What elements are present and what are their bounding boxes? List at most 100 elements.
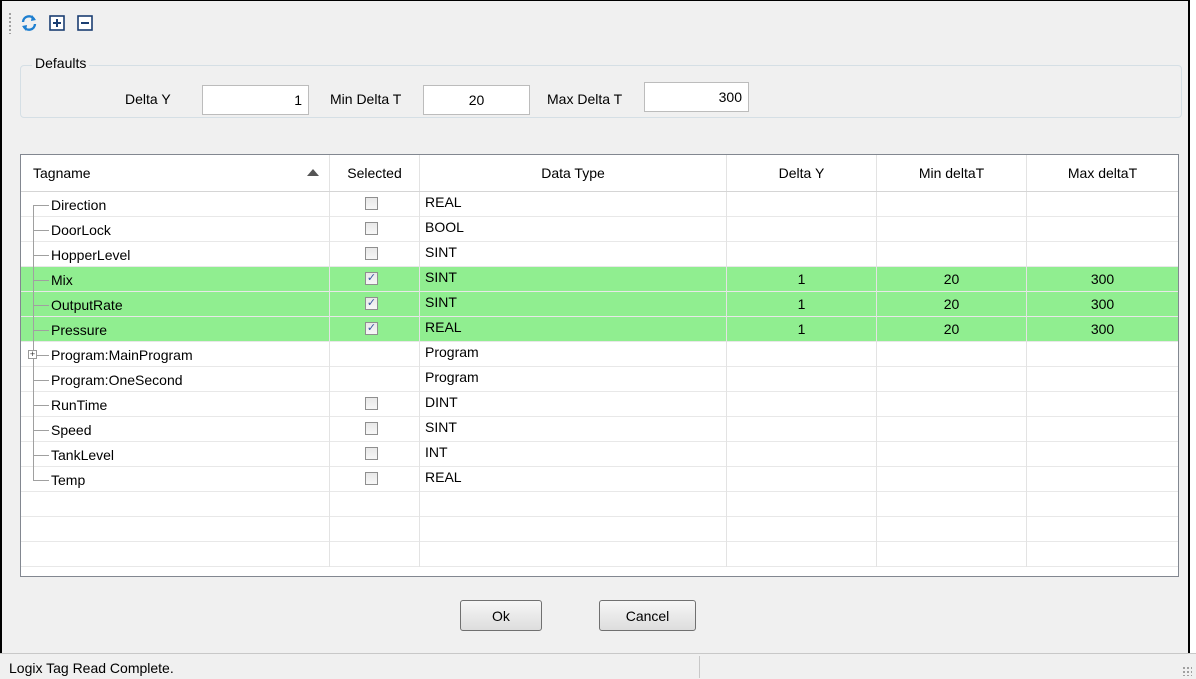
min-delta-t-cell[interactable] bbox=[877, 467, 1027, 492]
table-row[interactable]: HopperLevel SINT bbox=[21, 242, 1178, 267]
tree-expand-icon[interactable]: + bbox=[28, 350, 37, 359]
data-type-cell[interactable]: SINT bbox=[420, 242, 727, 267]
min-delta-t-cell[interactable] bbox=[877, 367, 1027, 392]
selected-checkbox[interactable] bbox=[365, 422, 378, 435]
toolbar-grip[interactable] bbox=[8, 12, 12, 34]
refresh-button[interactable] bbox=[18, 12, 40, 34]
tagname-cell[interactable]: Direction bbox=[21, 192, 330, 217]
delta-y-cell[interactable]: 1 bbox=[727, 267, 877, 292]
min-delta-t-cell[interactable] bbox=[877, 342, 1027, 367]
header-min-delta-t[interactable]: Min deltaT bbox=[877, 155, 1027, 191]
delta-y-cell[interactable] bbox=[727, 217, 877, 242]
max-delta-t-cell[interactable]: 300 bbox=[1027, 292, 1178, 317]
header-selected[interactable]: Selected bbox=[330, 155, 420, 191]
header-data-type[interactable]: Data Type bbox=[420, 155, 727, 191]
max-delta-t-cell[interactable] bbox=[1027, 442, 1178, 467]
table-row[interactable]: RunTime DINT bbox=[21, 392, 1178, 417]
min-delta-t-cell[interactable] bbox=[877, 242, 1027, 267]
data-type-cell[interactable]: SINT bbox=[420, 292, 727, 317]
selected-checkbox[interactable]: ✓ bbox=[365, 272, 378, 285]
max-delta-t-cell[interactable] bbox=[1027, 367, 1178, 392]
tagname-cell[interactable]: Temp bbox=[21, 467, 330, 492]
selected-checkbox[interactable]: ✓ bbox=[365, 322, 378, 335]
data-type-cell[interactable]: DINT bbox=[420, 392, 727, 417]
table-row[interactable]: DoorLock BOOL bbox=[21, 217, 1178, 242]
delta-y-cell[interactable] bbox=[727, 442, 877, 467]
tree-branch bbox=[33, 205, 49, 206]
header-max-delta-t[interactable]: Max deltaT bbox=[1027, 155, 1178, 191]
tagname-cell[interactable]: Speed bbox=[21, 417, 330, 442]
delta-y-cell[interactable] bbox=[727, 367, 877, 392]
max-delta-t-cell[interactable] bbox=[1027, 342, 1178, 367]
tagname-cell[interactable]: Program:OneSecond bbox=[21, 367, 330, 392]
min-delta-t-cell[interactable]: 20 bbox=[877, 292, 1027, 317]
cancel-button[interactable]: Cancel bbox=[599, 600, 696, 631]
delta-y-cell[interactable] bbox=[727, 192, 877, 217]
delta-y-cell[interactable] bbox=[727, 467, 877, 492]
max-delta-t-cell[interactable] bbox=[1027, 217, 1178, 242]
max-delta-t-cell[interactable] bbox=[1027, 467, 1178, 492]
min-delta-t-cell[interactable] bbox=[877, 217, 1027, 242]
table-row[interactable]: Pressure ✓ REAL 1 20 300 bbox=[21, 317, 1178, 342]
table-row[interactable]: Mix ✓ SINT 1 20 300 bbox=[21, 267, 1178, 292]
header-tagname[interactable]: Tagname bbox=[21, 155, 330, 191]
tagname-cell[interactable]: Mix bbox=[21, 267, 330, 292]
table-row[interactable]: + Program:MainProgram Program bbox=[21, 342, 1178, 367]
max-delta-t-cell[interactable] bbox=[1027, 242, 1178, 267]
max-delta-t-cell[interactable] bbox=[1027, 417, 1178, 442]
data-type-cell[interactable]: SINT bbox=[420, 417, 727, 442]
data-type-cell[interactable]: SINT bbox=[420, 267, 727, 292]
delta-y-cell[interactable] bbox=[727, 392, 877, 417]
min-delta-t-cell[interactable]: 20 bbox=[877, 317, 1027, 342]
selected-checkbox[interactable] bbox=[365, 222, 378, 235]
selected-checkbox[interactable]: ✓ bbox=[365, 297, 378, 310]
tagname-cell[interactable]: HopperLevel bbox=[21, 242, 330, 267]
tagname-cell[interactable]: Pressure bbox=[21, 317, 330, 342]
header-delta-y[interactable]: Delta Y bbox=[727, 155, 877, 191]
ok-button[interactable]: Ok bbox=[460, 600, 542, 631]
selected-checkbox[interactable] bbox=[365, 447, 378, 460]
table-row[interactable]: TankLevel INT bbox=[21, 442, 1178, 467]
data-type-cell[interactable]: REAL bbox=[420, 467, 727, 492]
min-delta-t-cell[interactable] bbox=[877, 442, 1027, 467]
delta-y-cell[interactable] bbox=[727, 417, 877, 442]
selected-checkbox[interactable] bbox=[365, 197, 378, 210]
expand-all-button[interactable] bbox=[46, 12, 68, 34]
table-row[interactable]: OutputRate ✓ SINT 1 20 300 bbox=[21, 292, 1178, 317]
max-delta-t-cell[interactable] bbox=[1027, 192, 1178, 217]
tagname-cell[interactable]: TankLevel bbox=[21, 442, 330, 467]
delta-y-cell[interactable] bbox=[727, 242, 877, 267]
data-type-cell[interactable]: INT bbox=[420, 442, 727, 467]
max-delta-t-cell[interactable]: 300 bbox=[1027, 267, 1178, 292]
data-type-cell[interactable]: Program bbox=[420, 342, 727, 367]
table-row[interactable]: Speed SINT bbox=[21, 417, 1178, 442]
delta-y-input[interactable] bbox=[202, 85, 309, 115]
tagname-cell[interactable]: RunTime bbox=[21, 392, 330, 417]
min-delta-t-input[interactable] bbox=[423, 85, 530, 115]
delta-y-cell[interactable] bbox=[727, 342, 877, 367]
data-type-cell[interactable]: Program bbox=[420, 367, 727, 392]
max-delta-t-input[interactable] bbox=[644, 82, 749, 112]
selected-checkbox[interactable] bbox=[365, 397, 378, 410]
tagname-cell[interactable]: DoorLock bbox=[21, 217, 330, 242]
data-type-cell[interactable]: REAL bbox=[420, 317, 727, 342]
delta-y-cell[interactable]: 1 bbox=[727, 317, 877, 342]
min-delta-t-cell[interactable] bbox=[877, 392, 1027, 417]
min-delta-t-cell[interactable]: 20 bbox=[877, 267, 1027, 292]
data-type-cell[interactable]: REAL bbox=[420, 192, 727, 217]
collapse-all-button[interactable] bbox=[74, 12, 96, 34]
table-row[interactable]: Program:OneSecond Program bbox=[21, 367, 1178, 392]
min-delta-t-cell[interactable] bbox=[877, 417, 1027, 442]
max-delta-t-cell[interactable]: 300 bbox=[1027, 317, 1178, 342]
tagname-cell[interactable]: + Program:MainProgram bbox=[21, 342, 330, 367]
tagname-cell[interactable]: OutputRate bbox=[21, 292, 330, 317]
min-delta-t-cell[interactable] bbox=[877, 192, 1027, 217]
table-row[interactable]: Direction REAL bbox=[21, 192, 1178, 217]
selected-checkbox[interactable] bbox=[365, 472, 378, 485]
max-delta-t-cell[interactable] bbox=[1027, 392, 1178, 417]
table-row[interactable]: Temp REAL bbox=[21, 467, 1178, 492]
selected-checkbox[interactable] bbox=[365, 247, 378, 260]
delta-y-cell[interactable]: 1 bbox=[727, 292, 877, 317]
data-type-cell[interactable]: BOOL bbox=[420, 217, 727, 242]
resize-grip[interactable] bbox=[1182, 666, 1192, 676]
